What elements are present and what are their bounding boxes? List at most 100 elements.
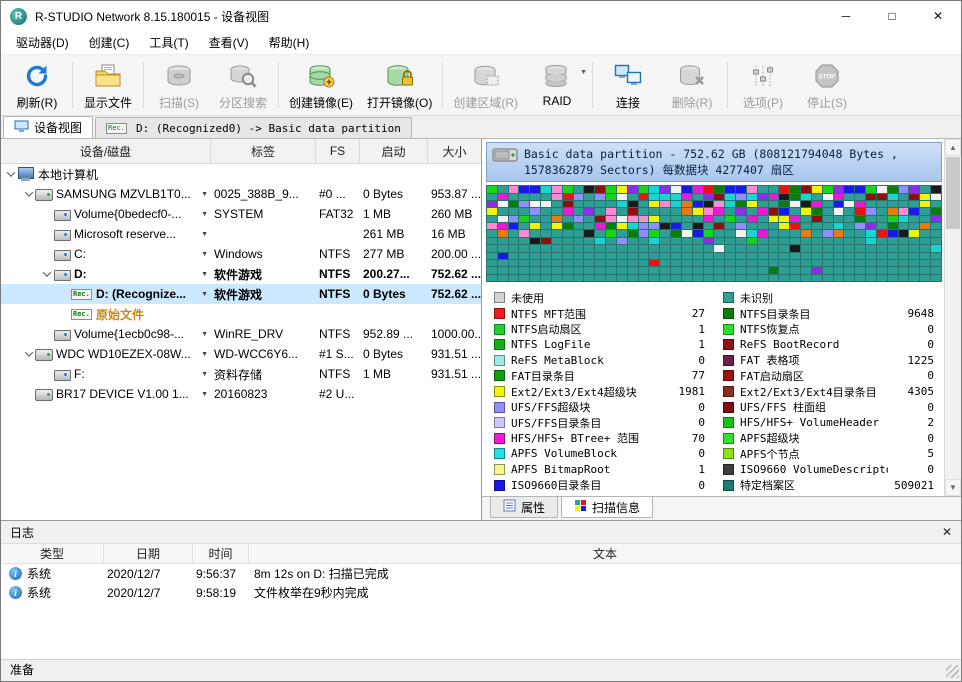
tab-scan-info[interactable]: 扫描信息 [561,497,653,518]
create-image-button[interactable]: 创建镜像(E) [282,57,360,113]
tree-row-0[interactable]: 本地计算机 [1,164,481,184]
delete-button[interactable]: 删除(R) [660,57,724,113]
fs-cell: NTFS [316,287,360,301]
show-files-button[interactable]: 显示文件 [76,57,140,113]
legend-swatch [723,324,734,335]
legend-label: ReFS BootRecord [740,338,888,351]
column-header-fs[interactable]: FS [316,139,360,163]
tree-row-4[interactable]: C:▼WindowsNTFS277 MB200.00 ... [1,244,481,264]
scrollbar-track[interactable] [945,230,961,479]
scan-block [552,275,562,281]
tree-row-9[interactable]: WDC WD10EZEX-08W...▼WD-WCC6Y6...#1 S...0… [1,344,481,364]
scrollbar-thumb[interactable] [946,157,960,229]
scan-block [574,253,584,259]
legend-item: ISO9660目录条目0 [494,477,711,493]
tree-row-2[interactable]: Volume{0bedecf0-...▼SYSTEMFAT321 MB260 M… [1,204,481,224]
log-column-date[interactable]: 日期 [104,544,193,563]
tree-row-10[interactable]: F:▼资料存储NTFS1 MB931.51 ... [1,364,481,384]
tab-properties[interactable]: 属性 [490,497,558,518]
row-dropdown-arrow-icon[interactable]: ▼ [199,351,211,358]
legend-label: Ext2/Ext3/Ext4超级块 [511,384,659,400]
tree-row-6[interactable]: D: (Recognize...▼软件游戏NTFS0 Bytes752.62 .… [1,284,481,304]
log-row-1[interactable]: i系统2020/12/79:58:19文件枚举在9秒内完成 [1,583,961,602]
menu-item-create[interactable]: 创建(C) [79,31,140,54]
open-image-button[interactable]: 打开镜像(O) [360,57,439,113]
legend-count: 1981 [665,385,711,398]
scan-block [584,194,594,200]
minimize-button[interactable]: ─ [823,1,869,31]
row-dropdown-arrow-icon[interactable]: ▼ [199,231,211,238]
log-row-0[interactable]: i系统2020/12/79:56:378m 12s on D: 扫描已完成 [1,564,961,583]
scroll-up-icon[interactable]: ▲ [945,139,961,156]
scan-block [704,230,714,236]
expand-chevron-icon[interactable] [23,351,35,357]
scan-blockmap[interactable] [486,185,942,282]
column-header-label[interactable]: 标签 [211,139,316,163]
close-button[interactable]: ✕ [915,1,961,31]
tree-row-1[interactable]: SAMSUNG MZVLB1T0...▼0025_388B_9...#0 ...… [1,184,481,204]
refresh-button[interactable]: 刷新(R) [5,57,69,113]
scan-block [606,208,616,214]
scan-block [595,260,605,266]
tree-row-11[interactable]: BR17 DEVICE V1.00 1...▼20160823#2 U... [1,384,481,404]
row-dropdown-arrow-icon[interactable]: ▼ [199,251,211,258]
scan-button[interactable]: 扫描(S) [147,57,211,113]
options-button[interactable]: 选项(P) [731,57,795,113]
resize-grip-icon[interactable] [946,665,959,678]
row-dropdown-arrow-icon[interactable]: ▼ [199,191,211,198]
legend-swatch [494,324,505,335]
scan-block [844,223,854,229]
scroll-down-icon[interactable]: ▼ [945,479,961,496]
vertical-scrollbar[interactable]: ▲ ▼ [944,139,961,496]
expand-chevron-icon[interactable] [41,271,53,277]
row-dropdown-arrow-icon[interactable]: ▼ [199,291,211,298]
scan-block [844,230,854,236]
stop-button[interactable]: STOP 停止(S) [795,57,859,113]
row-dropdown-arrow-icon[interactable]: ▼ [199,371,211,378]
connect-button[interactable]: 连接 [596,57,660,113]
log-column-text[interactable]: 文本 [249,544,961,563]
menu-item-drives[interactable]: 驱动器(D) [6,31,79,54]
log-column-type[interactable]: 类型 [1,544,104,563]
scan-block [899,245,909,251]
scan-block [801,275,811,281]
expand-chevron-icon[interactable] [5,171,17,177]
tab-scan-result[interactable]: D: (Recognized0) -> Basic data partition [95,117,412,138]
tree-row-5[interactable]: D:▼软件游戏NTFS200.27...752.62 ... [1,264,481,284]
row-dropdown-arrow-icon[interactable]: ▼ [199,331,211,338]
tree-row-8[interactable]: Volume{1ecb0c98-...▼WinRE_DRVNTFS952.89 … [1,324,481,344]
expand-chevron-icon[interactable] [23,191,35,197]
column-header-device[interactable]: 设备/磁盘 [1,139,211,163]
log-column-time[interactable]: 时间 [193,544,249,563]
row-dropdown-arrow-icon[interactable]: ▼ [199,391,211,398]
scan-block [693,253,703,259]
scan-block [834,238,844,244]
menu-item-help[interactable]: 帮助(H) [259,31,320,54]
log-title: 日志 [10,524,34,541]
row-dropdown-arrow-icon[interactable]: ▼ [199,211,211,218]
log-close-icon[interactable]: ✕ [942,525,952,539]
legend-swatch [723,480,734,491]
tab-device-view[interactable]: 设备视图 [3,116,93,138]
partition-search-button[interactable]: 分区搜索 [211,57,275,113]
scan-block [866,186,876,192]
create-region-button[interactable]: 创建区域(R) [446,57,525,113]
log-time: 9:56:37 [193,567,249,581]
tree-row-7[interactable]: 原始文件 [1,304,481,324]
column-header-boot[interactable]: 启动 [360,139,428,163]
column-header-size[interactable]: 大小 [428,139,481,163]
menu-item-view[interactable]: 查看(V) [199,31,259,54]
menu-item-tools[interactable]: 工具(T) [139,31,198,54]
scan-block [725,208,735,214]
fs-cell: #0 ... [316,187,360,201]
row-dropdown-arrow-icon[interactable]: ▼ [199,271,211,278]
maximize-button[interactable]: □ [869,1,915,31]
window-title: R-STUDIO Network 8.15.180015 - 设备视图 [35,8,269,25]
scan-block [530,223,540,229]
scan-block [487,186,497,192]
raid-dropdown-arrow[interactable]: ▼ [580,69,587,76]
scan-block [704,245,714,251]
tree-row-3[interactable]: Microsoft reserve...▼261 MB16 MB [1,224,481,244]
raid-button[interactable]: RAID ▼ [525,57,589,113]
scan-block [487,223,497,229]
